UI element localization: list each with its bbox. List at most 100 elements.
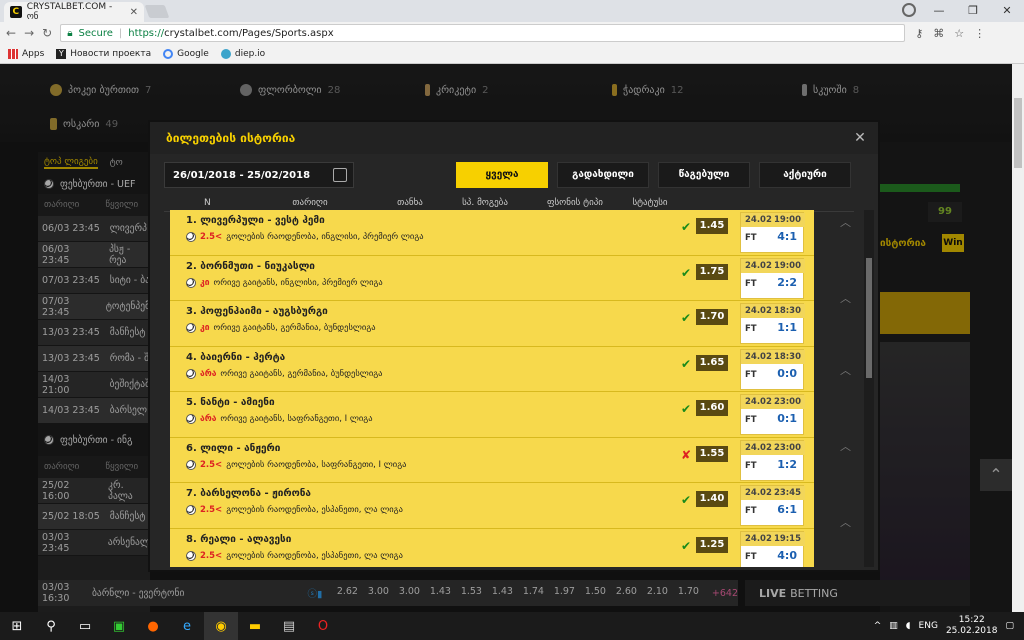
menu-icon[interactable]: ⋮ xyxy=(974,27,985,40)
final-score: 0:0 xyxy=(777,366,797,380)
chevron-up-icon[interactable]: ︿ xyxy=(840,514,851,530)
bookmark-apps[interactable]: Apps xyxy=(8,48,44,59)
bet-pick: არა xyxy=(200,368,217,379)
filter-active-button[interactable]: აქტიური xyxy=(759,162,851,188)
store-icon[interactable]: ▤ xyxy=(272,612,306,640)
lock-icon: 🔒︎ xyxy=(67,27,73,39)
bookmark-news[interactable]: Y Новости проекта xyxy=(56,48,151,59)
bet-match: 2. ბორნმუთი - ნიუკასლი xyxy=(186,260,315,272)
chevron-up-icon[interactable]: ︿ xyxy=(840,438,851,454)
match-date: 24.02 xyxy=(745,397,772,407)
chevron-up-icon[interactable]: ︿ xyxy=(840,362,851,378)
bet-details: კი ორივე გაიტანს, ინგლისი, პრემიერ ლიგა xyxy=(186,277,383,288)
firefox-icon[interactable]: ● xyxy=(136,612,170,640)
forward-icon[interactable]: → xyxy=(24,26,34,40)
bet-market: გოლების რაოდენობა, ესპანეთი, ლა ლიგა xyxy=(226,550,403,561)
check-icon: ✔ xyxy=(680,402,692,416)
profile-icon[interactable] xyxy=(902,3,916,17)
tab-title: CRYSTALBET.COM - ონ xyxy=(26,2,113,22)
clock[interactable]: 15:22 25.02.2018 xyxy=(946,615,998,637)
close-tab-icon[interactable]: ✕ xyxy=(130,7,138,18)
bet-row[interactable]: 2. ბორნმუთი - ნიუკასლი კი ორივე გაიტანს, ი… xyxy=(170,255,814,301)
bet-match: 8. რეალი - ალავესი xyxy=(186,533,292,545)
match-time: 19:00 xyxy=(773,215,801,225)
bet-match: 3. ჰოფენჰაიმი - აუგსბურგი xyxy=(186,306,328,317)
chevron-up-icon[interactable]: ︿ xyxy=(840,214,851,230)
bet-details: 2.5< გოლების რაოდენობა, ინგლისი, პრემიერ … xyxy=(186,232,424,242)
search-icon[interactable]: ⚲ xyxy=(34,612,68,640)
opera-icon[interactable]: O xyxy=(306,612,340,640)
bet-row[interactable]: 3. ჰოფენჰაიმი - აუგსბურგი კი ორივე გაიტანს… xyxy=(170,301,814,347)
result-box: 24.02 23:45 FT 6:1 xyxy=(740,485,805,526)
star-icon[interactable]: ☆ xyxy=(954,27,964,40)
folder-icon[interactable]: ▬ xyxy=(238,612,272,640)
match-time: 23:00 xyxy=(773,442,801,453)
chevron-up-icon[interactable]: ︿ xyxy=(840,290,851,306)
bet-market: ორივე გაიტანს, გერმანია, ბუნდესლიგა xyxy=(220,368,383,379)
network-icon[interactable]: ▥ xyxy=(889,621,898,631)
windows-start-icon[interactable]: ⊞ xyxy=(0,612,34,640)
edge-icon[interactable]: e xyxy=(170,612,204,640)
translate-icon[interactable]: ⌘ xyxy=(933,27,944,40)
ticket-history-modal: ბილეთების ისტორია ✕ 26/01/2018 - 25/02/2… xyxy=(148,120,880,572)
bet-row[interactable]: 5. ნანტი - ამიენი არა ორივე გაიტანს, საფრა… xyxy=(170,392,814,438)
bet-row[interactable]: 8. რეალი - ალავესი 2.5< გოლების რაოდენობა,… xyxy=(170,528,814,567)
volume-icon[interactable]: ◖ xyxy=(906,621,911,631)
bet-row[interactable]: 7. ბარსელონა - ჟირონა 2.5< გოლების რაოდენო… xyxy=(170,483,814,529)
filter-all-button[interactable]: ყველა xyxy=(456,162,548,188)
window-close-icon[interactable]: ✕ xyxy=(990,0,1024,22)
bookmark-google[interactable]: Google xyxy=(163,48,209,59)
bookmarks-bar: Apps Y Новости проекта Google diep.io xyxy=(0,44,1024,64)
bet-match: 7. ბარსელონა - ჟირონა xyxy=(186,488,311,499)
bet-match: 6. ლილი - ანჟერი xyxy=(186,442,281,454)
back-icon[interactable]: ← xyxy=(6,26,16,40)
match-time: 23:45 xyxy=(773,488,801,498)
url-path: crystalbet.com/Pages/Sports.aspx xyxy=(164,27,334,39)
bookmark-diep[interactable]: diep.io xyxy=(220,48,265,59)
browser-tab[interactable]: C CRYSTALBET.COM - ონ ✕ xyxy=(4,2,144,22)
tray-up-icon[interactable]: ^ xyxy=(874,621,882,631)
football-icon xyxy=(186,277,196,288)
filter-paid-button[interactable]: გადახდილი xyxy=(557,162,649,188)
notifications-icon[interactable]: ▢ xyxy=(1005,621,1014,631)
crystalbet-favicon-icon: C xyxy=(10,6,22,18)
task-view-icon[interactable]: ▭ xyxy=(68,612,102,640)
football-icon xyxy=(186,505,196,515)
final-score: 2:2 xyxy=(777,275,797,289)
url-input[interactable]: 🔒︎ Secure | https://crystalbet.com/Pages… xyxy=(60,24,906,42)
url-scheme: https:// xyxy=(128,27,165,39)
date-range-input[interactable]: 26/01/2018 - 25/02/2018 xyxy=(164,162,354,188)
bet-row[interactable]: 6. ლილი - ანჟერი 2.5< გოლების რაოდენობა, ს… xyxy=(170,437,814,483)
match-date: 24.02 xyxy=(745,260,772,271)
ft-label: FT xyxy=(745,324,757,334)
football-icon xyxy=(186,459,196,470)
calendar-icon[interactable] xyxy=(333,168,347,182)
chrome-icon[interactable]: ◉ xyxy=(204,612,238,640)
bet-row[interactable]: 1. ლივერპული - ვესტ ჰემი 2.5< გოლების რაოდ… xyxy=(170,210,814,256)
browser-tab-bar: C CRYSTALBET.COM - ონ ✕ — ❐ ✕ xyxy=(0,0,1024,22)
bet-odd: 1.70 xyxy=(696,309,728,325)
bet-pick: 2.5< xyxy=(200,232,223,242)
bet-row[interactable]: 4. ბაიერნი - ჰერტა არა ორივე გაიტანს, გერმ… xyxy=(170,346,814,392)
language-indicator[interactable]: ENG xyxy=(919,621,938,631)
match-date: 24.02 xyxy=(745,442,772,453)
reload-icon[interactable]: ↻ xyxy=(42,26,52,40)
match-time: 18:30 xyxy=(773,351,801,362)
modal-scrollbar[interactable] xyxy=(864,210,874,567)
key-icon[interactable]: ⚷ xyxy=(915,27,923,40)
restore-icon[interactable]: ❐ xyxy=(956,0,990,22)
bet-odd: 1.60 xyxy=(696,400,728,416)
bet-match: 4. ბაიერნი - ჰერტა xyxy=(186,351,286,363)
match-time: 19:00 xyxy=(773,260,801,271)
close-icon[interactable]: ✕ xyxy=(852,130,868,146)
new-tab-button[interactable] xyxy=(144,5,170,18)
minimize-icon[interactable]: — xyxy=(922,0,956,22)
result-box: 24.02 23:00 FT 1:2 xyxy=(740,439,805,481)
secure-label: Secure xyxy=(78,27,113,39)
filter-lost-button[interactable]: წაგებული xyxy=(658,162,750,188)
excel-icon[interactable]: ▣ xyxy=(102,612,136,640)
bet-match: 1. ლივერპული - ვესტ ჰემი xyxy=(186,215,325,226)
football-icon xyxy=(186,414,196,424)
apps-icon xyxy=(8,48,18,59)
page-scrollbar[interactable] xyxy=(1012,64,1024,612)
